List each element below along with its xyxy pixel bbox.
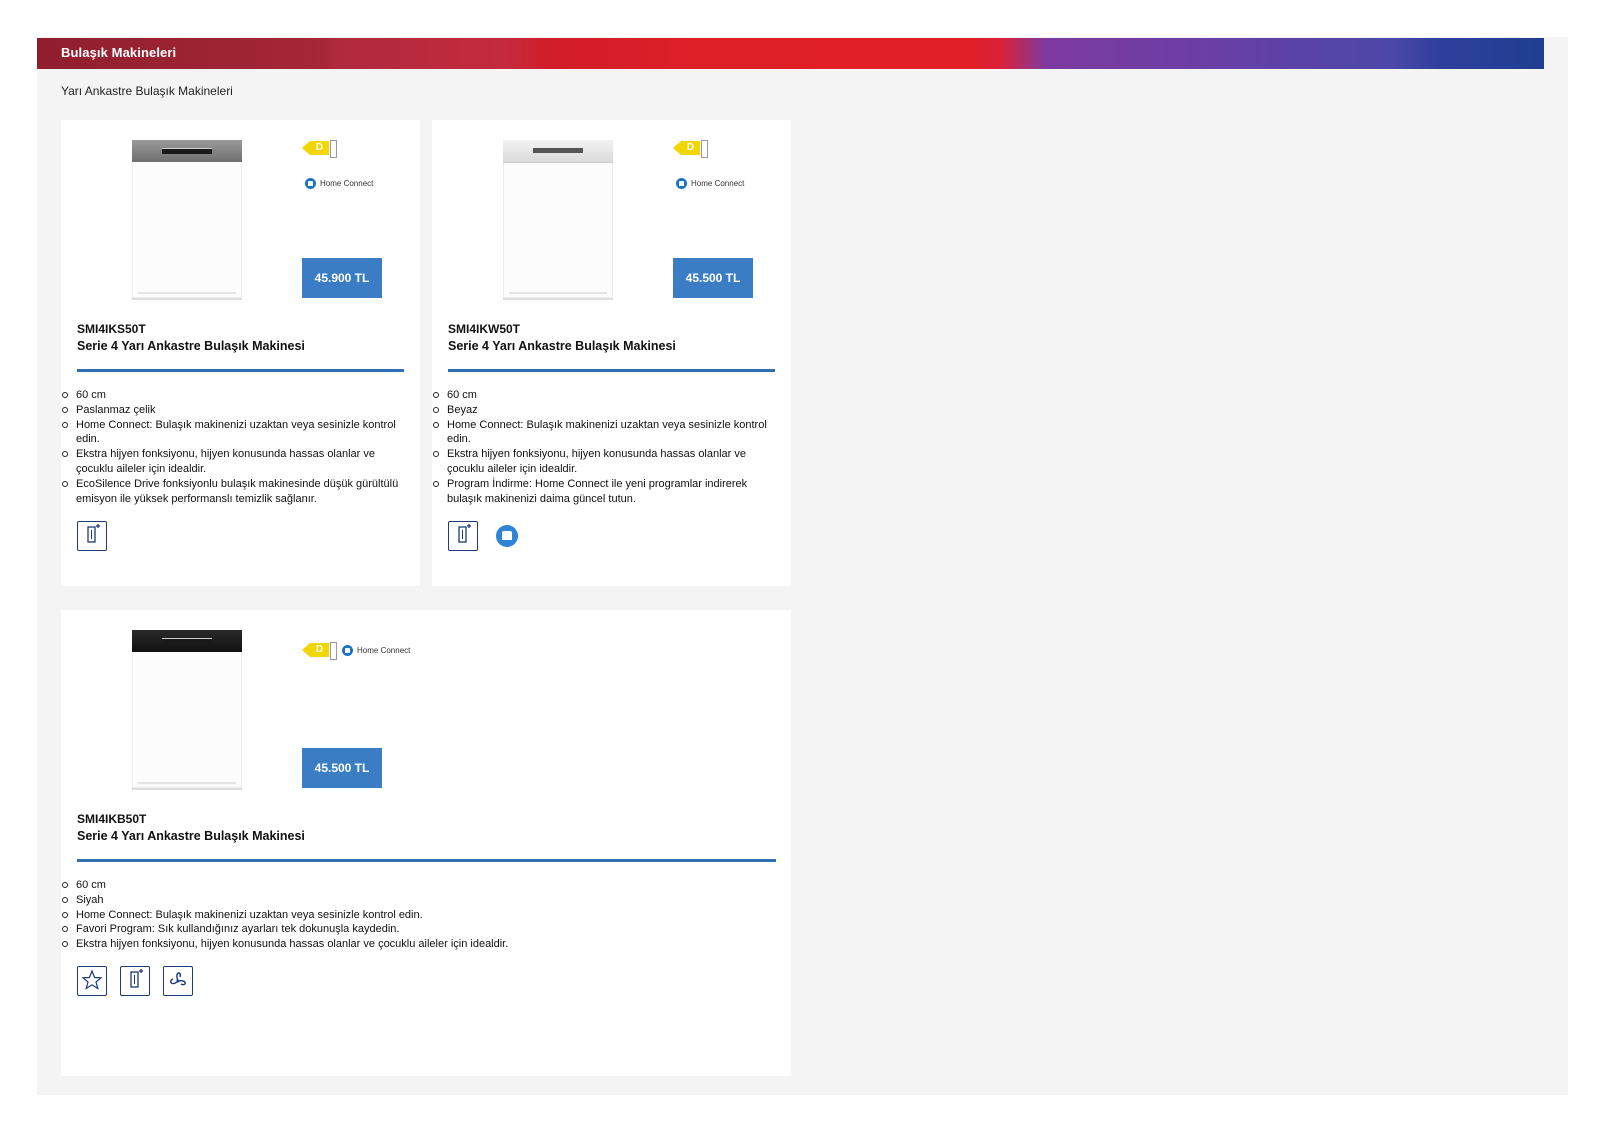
product-card-1[interactable]: D Home Connect 45.900 TL SMI4IKS50T Seri… bbox=[61, 120, 420, 586]
home-connect-logo: Home Connect bbox=[676, 176, 744, 190]
product-image-dishwasher-white bbox=[503, 140, 613, 300]
home-connect-icon bbox=[496, 525, 518, 547]
feature-list: 60 cm Beyaz Home Connect: Bulaşık makine… bbox=[432, 388, 777, 506]
list-item: Beyaz bbox=[432, 403, 777, 418]
product-code[interactable]: SMI4IKW50T bbox=[448, 322, 520, 336]
product-code[interactable]: SMI4IKB50T bbox=[77, 812, 146, 826]
hygiene-plus-icon bbox=[77, 521, 107, 551]
product-name[interactable]: Serie 4 Yarı Ankastre Bulaşık Makinesi bbox=[448, 339, 676, 353]
list-item: Ekstra hijyen fonksiyonu, hijyen konusun… bbox=[61, 447, 406, 477]
price-tag: 45.900 TL bbox=[302, 258, 382, 298]
divider bbox=[77, 859, 776, 862]
product-name[interactable]: Serie 4 Yarı Ankastre Bulaşık Makinesi bbox=[77, 339, 305, 353]
product-card-2[interactable]: D Home Connect 45.500 TL SMI4IKW50T Seri… bbox=[432, 120, 791, 586]
list-item: Favori Program: Sık kullandığınız ayarla… bbox=[61, 922, 761, 937]
product-image-dishwasher-steel bbox=[132, 140, 242, 300]
list-item: 60 cm bbox=[61, 878, 761, 893]
feature-list: 60 cm Paslanmaz çelik Home Connect: Bula… bbox=[61, 388, 406, 506]
feature-list: 60 cm Siyah Home Connect: Bulaşık makine… bbox=[61, 878, 761, 952]
list-item: Ekstra hijyen fonksiyonu, hijyen konusun… bbox=[61, 937, 761, 952]
category-title: Bulaşık Makineleri bbox=[61, 45, 177, 60]
home-connect-logo: Home Connect bbox=[305, 176, 373, 190]
list-item: Home Connect: Bulaşık makinenizi uzaktan… bbox=[61, 418, 406, 448]
home-connect-icon bbox=[305, 177, 316, 189]
product-name[interactable]: Serie 4 Yarı Ankastre Bulaşık Makinesi bbox=[77, 829, 305, 843]
hygiene-plus-icon bbox=[120, 966, 150, 996]
energy-label-icon: D bbox=[302, 642, 337, 660]
price-tag: 45.500 TL bbox=[302, 748, 382, 788]
list-item: 60 cm bbox=[432, 388, 777, 403]
hygiene-plus-icon bbox=[448, 521, 478, 551]
product-card-3[interactable]: D Home Connect 45.500 TL SMI4IKB50T Seri… bbox=[61, 610, 791, 1076]
list-item: Home Connect: Bulaşık makinenizi uzaktan… bbox=[61, 908, 761, 923]
category-banner: Bulaşık Makineleri bbox=[37, 38, 1544, 69]
divider bbox=[448, 369, 775, 372]
divider bbox=[77, 369, 404, 372]
list-item: Siyah bbox=[61, 893, 761, 908]
product-image-dishwasher-black bbox=[132, 630, 242, 790]
favourite-star-icon bbox=[77, 966, 107, 996]
home-connect-icon bbox=[676, 177, 687, 189]
list-item: Program İndirme: Home Connect ile yeni p… bbox=[432, 477, 777, 507]
price-tag: 45.500 TL bbox=[673, 258, 753, 298]
list-item: EcoSilence Drive fonksiyonlu bulaşık mak… bbox=[61, 477, 406, 507]
home-connect-logo: Home Connect bbox=[342, 643, 410, 657]
energy-label-icon: D bbox=[673, 140, 708, 158]
ecosilence-drive-icon bbox=[163, 966, 193, 996]
energy-label-icon: D bbox=[302, 140, 337, 158]
list-item: 60 cm bbox=[61, 388, 406, 403]
product-code[interactable]: SMI4IKS50T bbox=[77, 322, 146, 336]
list-item: Paslanmaz çelik bbox=[61, 403, 406, 418]
home-connect-icon bbox=[342, 644, 353, 656]
section-subtitle: Yarı Ankastre Bulaşık Makineleri bbox=[61, 84, 233, 98]
list-item: Ekstra hijyen fonksiyonu, hijyen konusun… bbox=[432, 447, 777, 477]
list-item: Home Connect: Bulaşık makinenizi uzaktan… bbox=[432, 418, 777, 448]
